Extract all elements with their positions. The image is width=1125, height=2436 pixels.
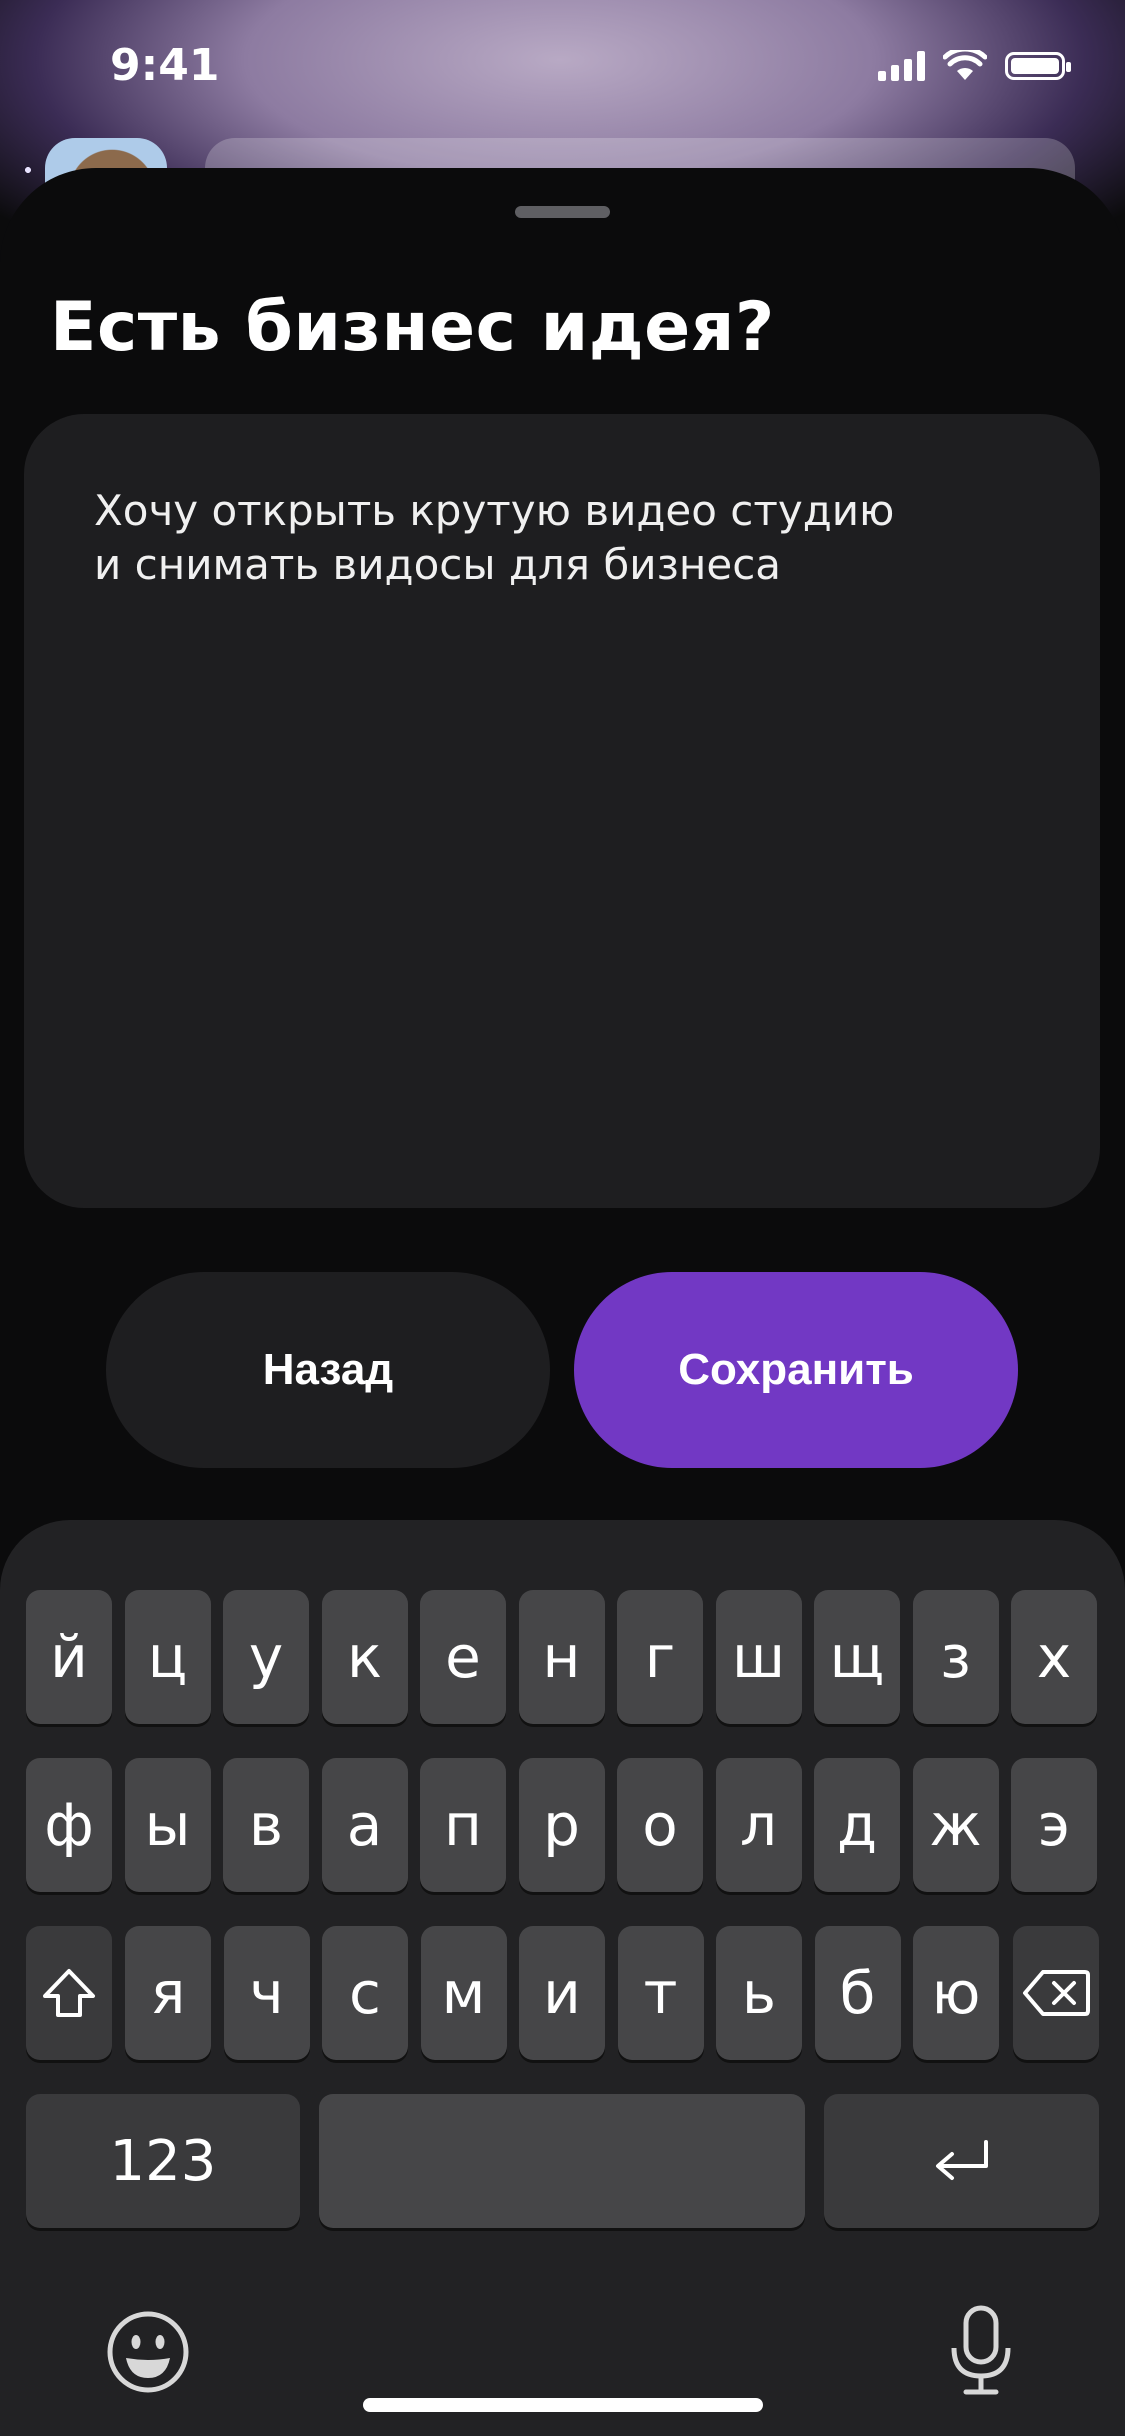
key-letter[interactable]: ж — [912, 1758, 999, 1892]
key-letter[interactable]: ц — [124, 1590, 211, 1724]
key-letter[interactable]: р — [518, 1758, 605, 1892]
cellular-signal-icon — [878, 51, 925, 81]
microphone-icon[interactable] — [946, 2304, 1016, 2398]
keyboard-row-1: йцукенгшщзх — [0, 1590, 1125, 1724]
key-letter[interactable]: а — [321, 1758, 408, 1892]
status-time: 9:41 — [110, 40, 220, 91]
shift-icon — [43, 1969, 95, 2017]
key-letter[interactable]: з — [912, 1590, 999, 1724]
key-letter[interactable]: г — [617, 1590, 703, 1724]
key-letter[interactable]: л — [715, 1758, 802, 1892]
emoji-icon[interactable] — [106, 2310, 190, 2394]
key-letter[interactable]: к — [321, 1590, 408, 1724]
key-letter[interactable]: ч — [223, 1926, 310, 2060]
numbers-key[interactable]: 123 — [26, 2094, 300, 2228]
save-button[interactable]: Сохранить — [574, 1272, 1018, 1468]
key-letter[interactable]: щ — [814, 1590, 900, 1724]
key-letter[interactable]: п — [420, 1758, 506, 1892]
idea-text-line: и снимать видосы для бизнеса — [94, 540, 782, 589]
key-letter[interactable]: в — [223, 1758, 309, 1892]
key-letter[interactable]: ю — [913, 1926, 999, 2060]
keyboard-row-3: ячсмитьбю — [0, 1926, 1125, 2060]
wifi-icon — [943, 50, 987, 80]
key-letter[interactable]: о — [617, 1758, 703, 1892]
keyboard-row-4: 123 — [0, 2094, 1125, 2228]
return-icon — [935, 2140, 988, 2180]
status-icons — [878, 50, 1071, 82]
key-letter[interactable]: д — [814, 1758, 900, 1892]
key-letter[interactable]: е — [420, 1590, 506, 1724]
key-letter[interactable]: м — [420, 1926, 507, 2060]
backspace-icon — [1023, 1970, 1090, 2016]
key-letter[interactable]: ф — [26, 1758, 112, 1892]
key-letter[interactable]: я — [125, 1926, 211, 2060]
key-letter[interactable]: ш — [715, 1590, 802, 1724]
keyboard-row-2: фывапролджэ — [0, 1758, 1125, 1892]
sheet-grabber[interactable] — [515, 206, 610, 218]
key-letter[interactable]: т — [617, 1926, 704, 2060]
key-letter[interactable]: ы — [124, 1758, 211, 1892]
key-letter[interactable]: й — [26, 1590, 112, 1724]
idea-textarea[interactable]: Хочу открыть крутую видео студию и снима… — [24, 414, 1100, 1208]
key-letter[interactable]: и — [519, 1926, 605, 2060]
key-letter[interactable]: х — [1011, 1590, 1097, 1724]
key-letter[interactable]: н — [518, 1590, 605, 1724]
key-letter[interactable]: э — [1011, 1758, 1097, 1892]
home-indicator[interactable] — [363, 2398, 763, 2412]
back-button[interactable]: Назад — [106, 1272, 550, 1468]
return-key[interactable] — [824, 2094, 1099, 2228]
key-letter[interactable]: у — [223, 1590, 309, 1724]
battery-icon — [1005, 52, 1071, 80]
key-letter[interactable]: б — [814, 1926, 901, 2060]
keyboard-bottom-bar — [0, 2290, 1125, 2410]
space-key[interactable] — [319, 2094, 805, 2228]
backspace-key[interactable] — [1013, 1926, 1099, 2060]
shift-key[interactable] — [26, 1926, 112, 2060]
key-letter[interactable]: ь — [716, 1926, 802, 2060]
sheet-title: Есть бизнес идея? — [50, 288, 775, 367]
status-bar: 9:41 — [0, 0, 1125, 140]
idea-text-line: Хочу открыть крутую видео студию — [94, 486, 895, 535]
key-letter[interactable]: с — [322, 1926, 408, 2060]
